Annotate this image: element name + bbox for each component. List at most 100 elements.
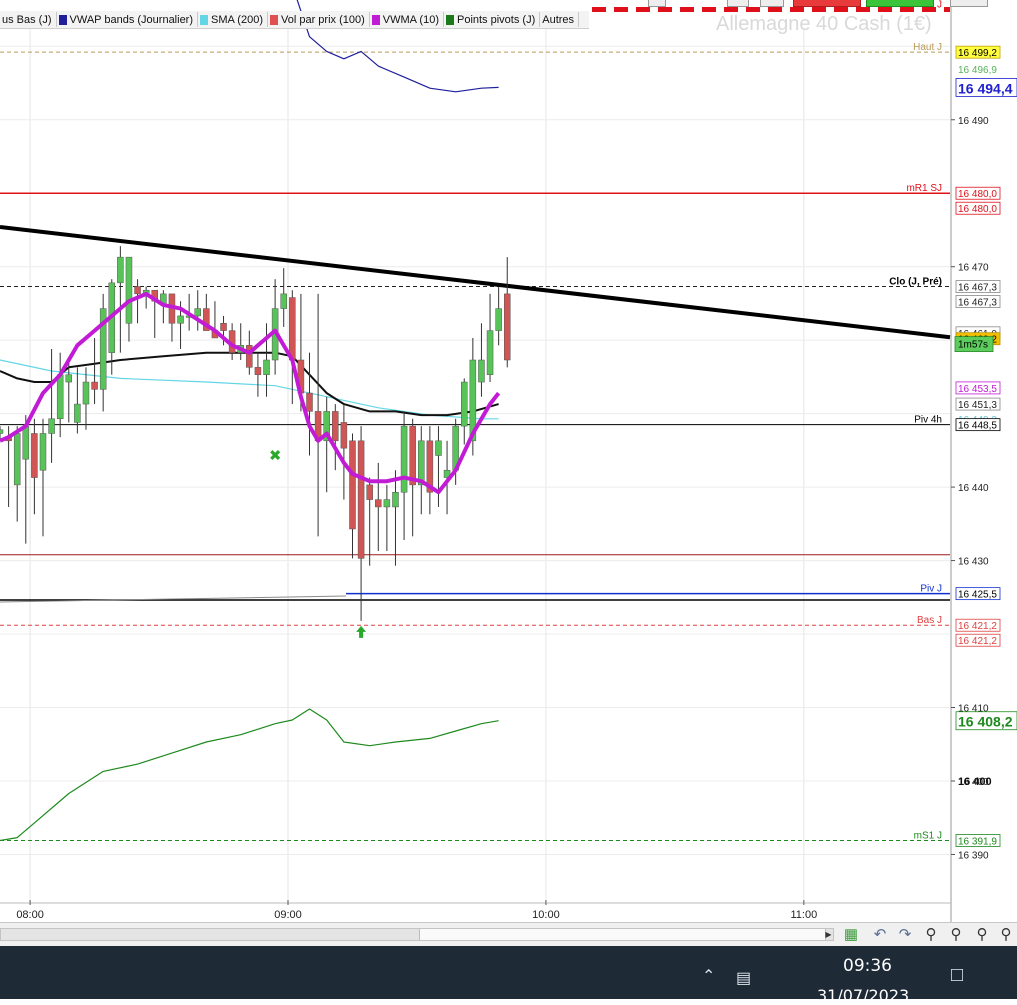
candle-body <box>125 256 133 324</box>
candle-body <box>65 374 73 383</box>
candle-body <box>177 315 184 324</box>
horizontal-scrollbar[interactable]: ▶ <box>0 928 834 941</box>
window-control-3[interactable] <box>760 0 784 7</box>
price-badge-label: 16 451,3 <box>958 400 997 411</box>
level-label: mS1 J <box>914 830 942 841</box>
price-badge-label: 16 496,9 <box>958 65 997 76</box>
window-control-1[interactable] <box>648 0 666 7</box>
price-badge-label: 16 425,5 <box>958 590 997 601</box>
candle-body <box>332 411 339 442</box>
grid <box>0 28 950 900</box>
legend-item[interactable]: VWMA (10) <box>370 12 444 27</box>
level-label: Piv 4h <box>914 415 942 426</box>
candle-body <box>383 499 391 508</box>
level-label: Clo (J, Pré) <box>889 277 942 288</box>
candle-body <box>117 256 124 284</box>
candle-body <box>375 499 382 508</box>
legend-item[interactable]: SMA (200) <box>198 12 268 27</box>
arrow-up-marker <box>356 625 367 638</box>
price-badge-label: 16 391,9 <box>958 836 997 847</box>
price-axis[interactable]: 16 49016 47016 44016 43016 41016 40016 3… <box>950 0 1017 922</box>
scroll-right-arrow[interactable]: ▶ <box>823 929 834 940</box>
time-tick-label: 08:00 <box>16 909 44 921</box>
bottom-toolbar: ▶ ▦ ↶ ↷ ⚲ ⚲ ⚲ ⚲ <box>0 922 1017 947</box>
candle-body <box>263 359 270 375</box>
price-badge-label: 16 448,5 <box>958 421 997 432</box>
price-badge-label: 16 421,2 <box>958 636 997 647</box>
time-tick-label: 10:00 <box>532 909 560 921</box>
chevron-up-icon[interactable]: ⌃ <box>702 966 715 986</box>
candle-body <box>435 440 442 456</box>
legend-label: Points pivots (J) <box>456 13 536 26</box>
candle-body <box>91 381 98 390</box>
quantity-box[interactable] <box>950 0 988 7</box>
candles <box>0 246 511 621</box>
bid-price-box[interactable] <box>793 0 861 7</box>
zoom-out-icon[interactable]: ⚲ <box>946 926 966 944</box>
candle-body <box>74 403 81 423</box>
legend-item[interactable]: Points pivots (J) <box>444 12 541 27</box>
ask-price-box[interactable] <box>866 0 934 7</box>
price-badge-label: 16 480,0 <box>958 189 997 200</box>
price-badge-label: 16 480,0 <box>958 204 997 215</box>
price-tick-label: 16 490 <box>958 116 989 127</box>
redo-icon[interactable]: ↷ <box>895 926 915 944</box>
candle-body <box>56 374 64 420</box>
price-badge-label: 16 453,5 <box>958 384 997 395</box>
export-icon[interactable]: ▦ <box>841 926 861 944</box>
candle-body <box>194 308 201 317</box>
candle-body <box>13 433 21 486</box>
candle-body <box>495 308 502 331</box>
price-badge-label: 16 408,2 <box>958 714 1013 730</box>
legend-label: Vol par prix (100) <box>280 13 365 26</box>
clock-time[interactable]: 09:36 <box>843 956 892 976</box>
candle-body <box>503 293 511 361</box>
legend-label: SMA (200) <box>211 13 263 26</box>
candle-body <box>478 359 485 383</box>
price-tick-label: 16 390 <box>958 850 989 861</box>
zoom-area-icon[interactable]: ⚲ <box>921 926 941 944</box>
legend-item[interactable]: Vol par prix (100) <box>268 12 370 27</box>
legend-label: VWMA (10) <box>382 13 439 26</box>
notification-icon[interactable]: □ <box>951 964 963 987</box>
legend-item[interactable]: us Bas (J) <box>0 12 57 27</box>
scrollbar-thumb[interactable] <box>419 929 826 940</box>
candle-body <box>340 422 348 449</box>
candle-body <box>486 330 494 375</box>
level-label: Piv J <box>920 584 942 595</box>
candle-body <box>418 440 425 486</box>
level-label: Haut J <box>913 42 942 53</box>
candle-body <box>254 367 262 375</box>
chart-title: Allemagne 40 Cash (1€) <box>716 13 932 35</box>
candle-body <box>134 286 141 295</box>
candle-body <box>392 491 399 508</box>
window-control-2[interactable] <box>727 0 749 7</box>
candle-body <box>349 440 356 530</box>
price-tick-label: 16 470 <box>958 263 989 274</box>
price-badge-label: 16 467,3 <box>958 298 997 309</box>
price-tick-label: 16 440 <box>958 483 989 494</box>
clock-date[interactable]: 31/07/2023 <box>817 986 909 1005</box>
candle-body <box>357 440 365 559</box>
zoom-extra-icon[interactable]: ⚲ <box>996 926 1016 944</box>
time-axis[interactable]: 08:00 09:00 10:00 11:00 <box>0 900 951 921</box>
timer-badge-label: 1m57s <box>958 340 988 351</box>
level-label: mR1 SJ <box>906 183 942 194</box>
zoom-in-icon[interactable]: ⚲ <box>972 926 992 944</box>
candle-body <box>220 323 227 331</box>
time-tick-label: 09:00 <box>274 909 302 921</box>
legend-swatch <box>269 14 278 25</box>
legend-swatch <box>200 14 209 25</box>
legend-item[interactable]: VWAP bands (Journalier) <box>57 12 199 27</box>
candle-body <box>461 381 468 427</box>
legend-item[interactable]: Autres <box>540 12 580 27</box>
undo-icon[interactable]: ↶ <box>870 926 890 944</box>
candle-body <box>82 381 90 405</box>
candle-body <box>22 425 30 460</box>
candle-body <box>400 425 408 493</box>
network-icon[interactable]: ▤ <box>736 968 751 988</box>
trendline <box>0 225 951 340</box>
legend-swatch <box>371 14 380 25</box>
candle-body <box>366 484 373 500</box>
price-tick-label: 16 430 <box>958 557 989 568</box>
